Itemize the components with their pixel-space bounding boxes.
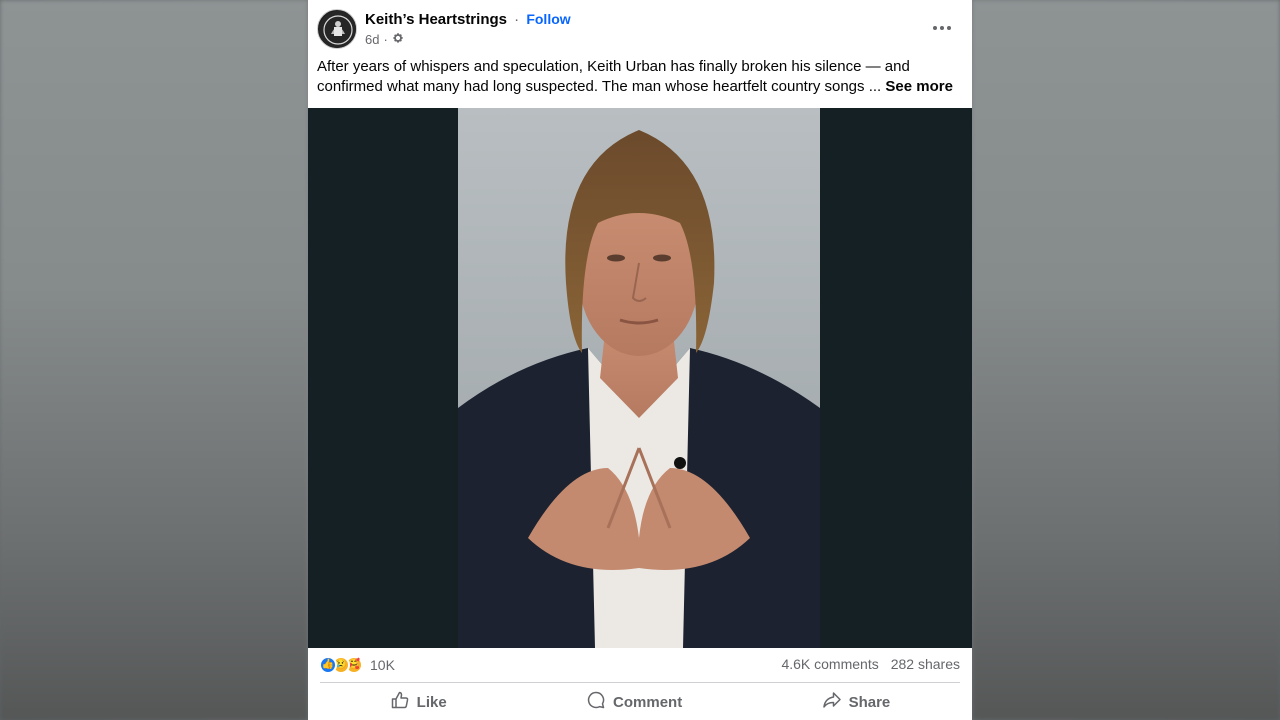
blurred-background-right <box>972 0 1280 720</box>
post-actions: Like Comment Share <box>320 686 960 720</box>
comment-button[interactable]: Comment <box>566 686 702 718</box>
post-stats: 👍 😢 🥰 10K 4.6K comments 282 shares <box>308 648 972 682</box>
time-separator: · <box>383 32 388 47</box>
caption-text: After years of whispers and speculation,… <box>317 58 910 95</box>
page-name[interactable]: Keith’s Heartstrings <box>365 11 507 28</box>
name-separator: · <box>514 11 520 28</box>
reaction-count[interactable]: 10K <box>370 657 395 673</box>
post-meta: 6d · <box>365 32 404 47</box>
post-time[interactable]: 6d <box>365 32 379 47</box>
post-header: Keith’s Heartstrings · Follow 6d · <box>308 0 972 56</box>
like-label: Like <box>416 693 447 711</box>
engagement-counts: 4.6K comments 282 shares <box>781 656 960 672</box>
post-caption: After years of whispers and speculation,… <box>317 57 965 97</box>
feed-post: Keith’s Heartstrings · Follow 6d · After… <box>308 0 972 720</box>
share-button[interactable]: Share <box>802 686 911 718</box>
thumbs-up-icon <box>390 690 410 714</box>
like-button[interactable]: Like <box>370 686 467 718</box>
follow-button[interactable]: Follow <box>526 11 570 27</box>
post-media[interactable] <box>308 108 972 648</box>
share-icon <box>822 690 842 714</box>
page-name-line: Keith’s Heartstrings · Follow <box>365 11 571 28</box>
comment-icon <box>586 690 606 714</box>
divider <box>320 682 960 683</box>
share-count[interactable]: 282 shares <box>891 656 960 672</box>
comment-label: Comment <box>613 693 683 711</box>
share-label: Share <box>848 693 891 711</box>
gear-icon <box>392 32 404 47</box>
blurred-background-left <box>0 0 308 720</box>
more-options-icon[interactable] <box>924 14 960 42</box>
reactions-summary[interactable]: 👍 😢 🥰 10K <box>319 656 395 674</box>
comment-count[interactable]: 4.6K comments <box>781 656 878 672</box>
post-photo[interactable] <box>458 108 820 648</box>
page-avatar[interactable] <box>317 9 357 49</box>
see-more-link[interactable]: See more <box>885 78 953 95</box>
like-reaction-icon: 👍 <box>319 656 337 674</box>
